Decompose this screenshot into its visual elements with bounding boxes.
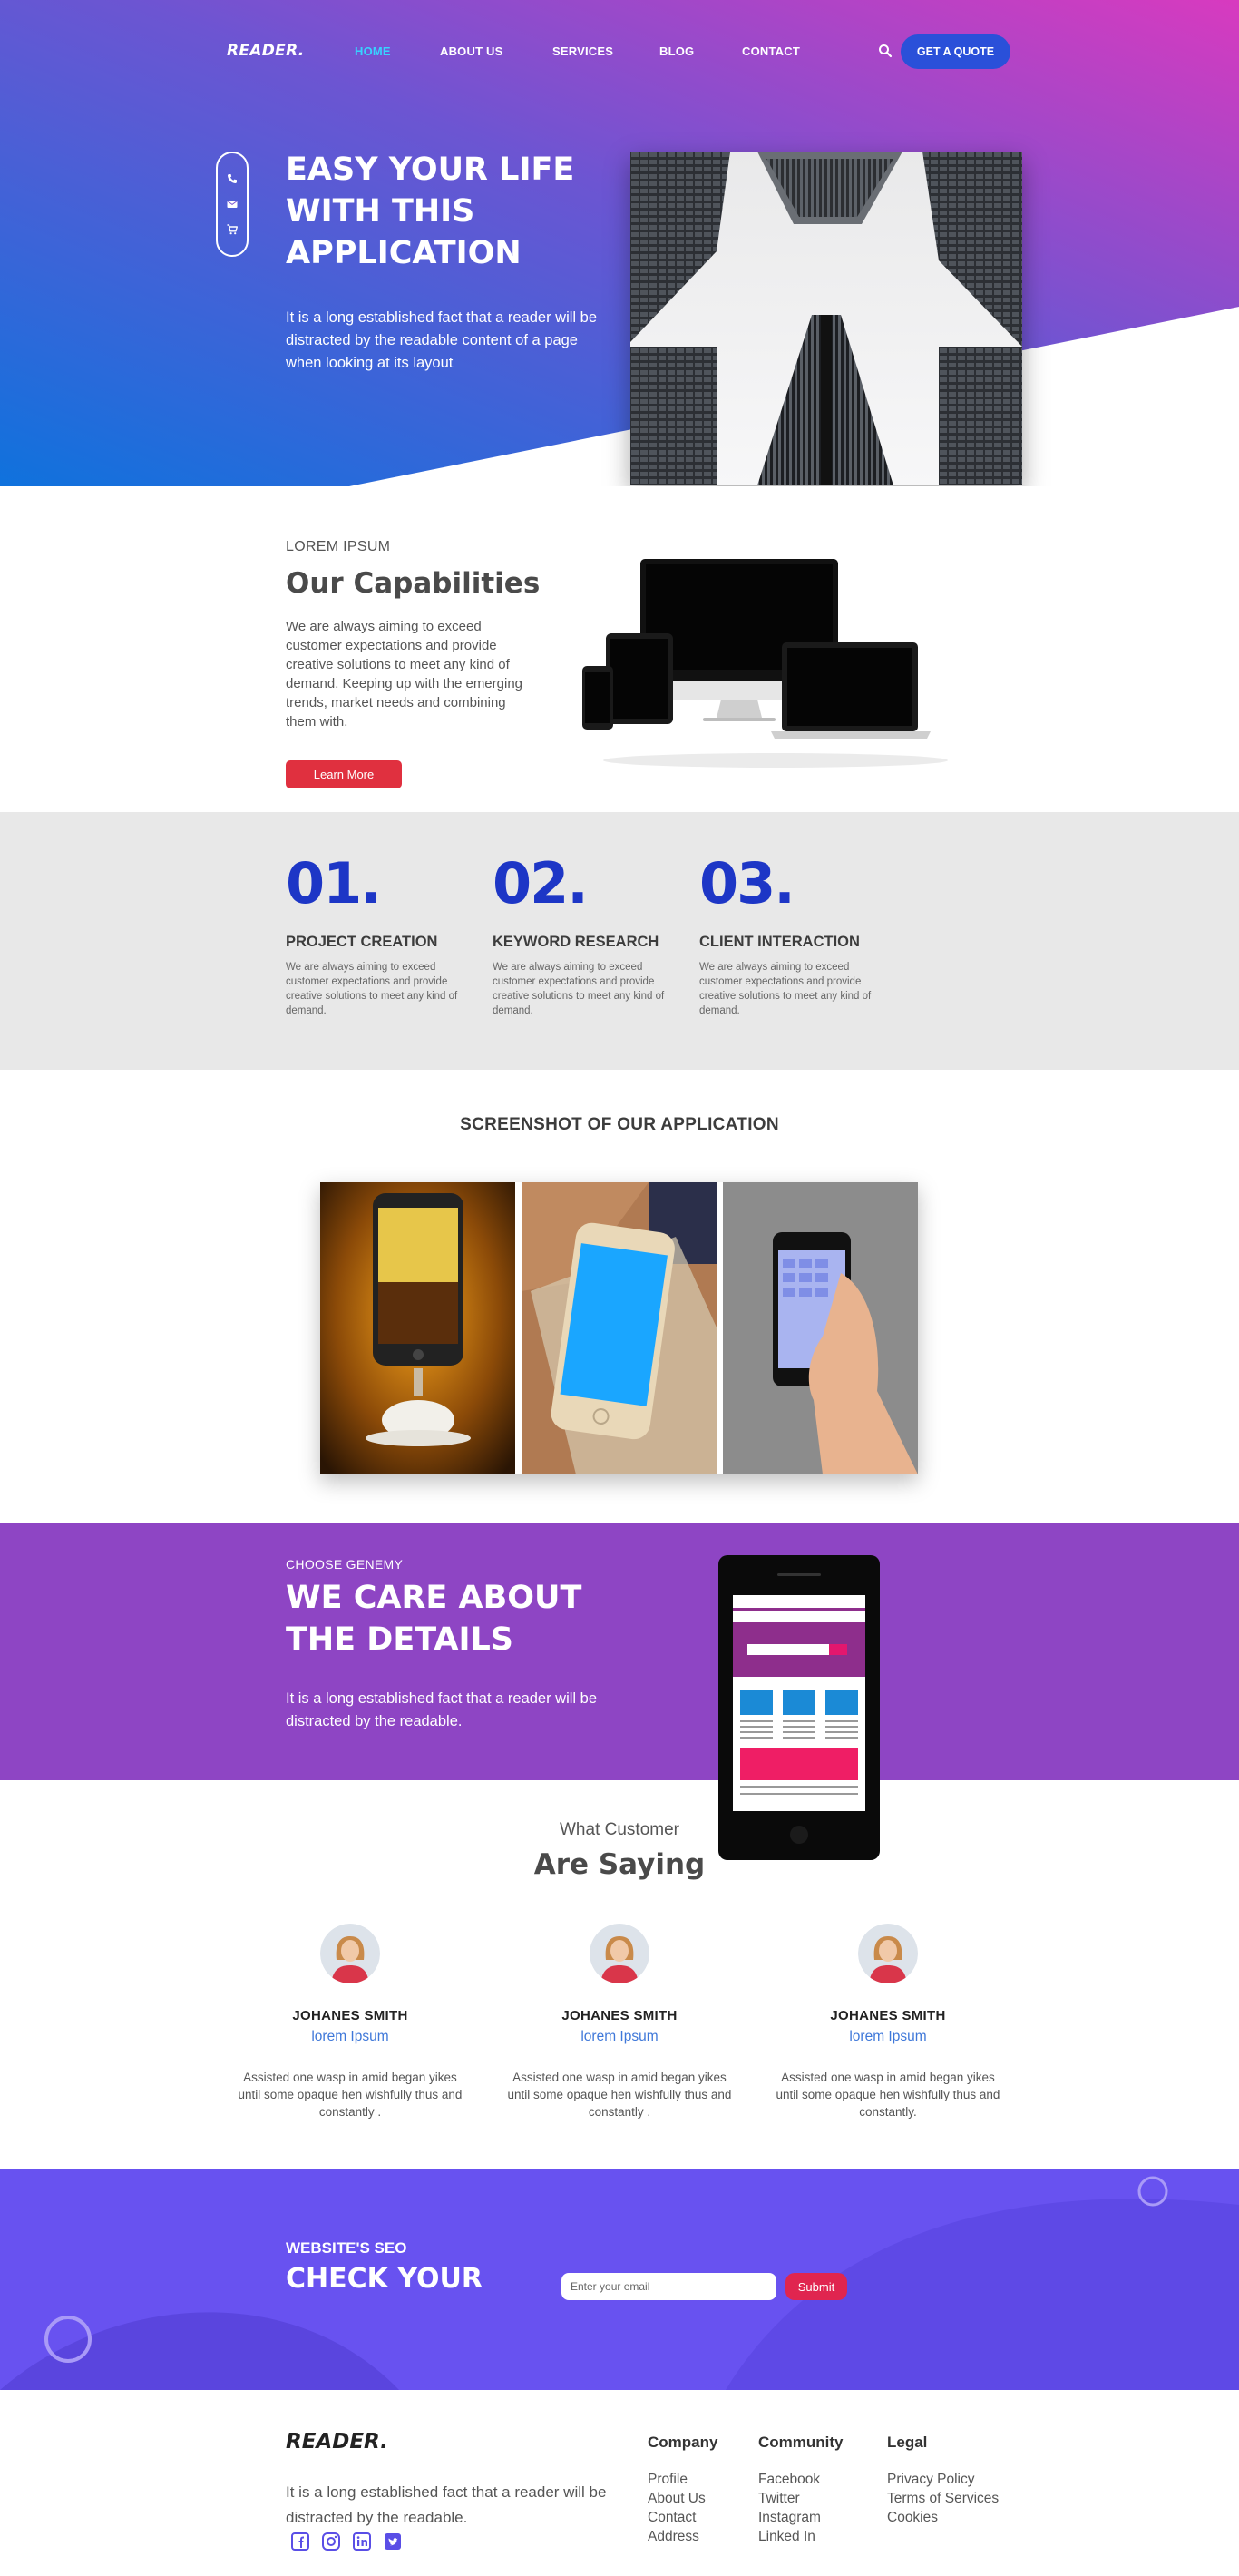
capabilities-title: Our Capabilities: [286, 567, 541, 600]
step-title: CLIENT INTERACTION: [699, 934, 860, 950]
screenshot-coffee-phone[interactable]: [320, 1182, 515, 1474]
step-title: KEYWORD RESEARCH: [493, 934, 659, 950]
logo[interactable]: READER.: [227, 42, 305, 60]
devices-illustration: [582, 559, 948, 768]
footer-link[interactable]: Contact: [648, 2508, 717, 2527]
footer-column-legal: Legal Privacy Policy Terms of Services C…: [887, 2434, 999, 2527]
step-text: We are always aiming to exceed customer …: [493, 962, 665, 1016]
screenshot-hand-phone[interactable]: [723, 1182, 918, 1474]
nav-contact[interactable]: CONTACT: [742, 44, 800, 58]
cart-icon[interactable]: [227, 224, 238, 235]
phone-icon[interactable]: [227, 173, 238, 184]
avatar: [858, 1924, 918, 1983]
testimonial-role: lorem Ipsum: [311, 2029, 389, 2044]
step-text: We are always aiming to exceed customer …: [286, 962, 458, 1016]
hero-description: It is a long established fact that a rea…: [286, 309, 598, 371]
steps-section: 01. PROJECT CREATION We are always aimin…: [0, 812, 1239, 1070]
instagram-icon[interactable]: [322, 2532, 340, 2551]
testimonial-name: JOHANES SMITH: [830, 2008, 946, 2023]
testimonial-card: JOHANES SMITH lorem Ipsum Assisted one w…: [770, 1924, 1006, 2121]
testimonial-text: Assisted one wasp in amid began yikes un…: [507, 2071, 732, 2119]
footer-link[interactable]: Cookies: [887, 2508, 999, 2527]
skyscraper-photo: [630, 152, 1022, 485]
step-number: 01.: [286, 850, 382, 916]
capabilities-section: LOREM IPSUM Our Capabilities We are alwa…: [0, 486, 1239, 812]
capabilities-eyebrow: LOREM IPSUM: [286, 539, 391, 554]
testimonial-card: JOHANES SMITH lorem Ipsum Assisted one w…: [502, 1924, 737, 2121]
submit-button[interactable]: Submit: [785, 2273, 847, 2300]
testimonial-name: JOHANES SMITH: [561, 2008, 678, 2023]
care-description: It is a long established fact that a rea…: [286, 1690, 598, 1729]
footer-link[interactable]: Privacy Policy: [887, 2470, 999, 2489]
testimonials-subtitle: What Customer: [560, 1820, 679, 1839]
newsletter-eyebrow: WEBSITE'S SEO: [286, 2239, 407, 2257]
footer: READER. It is a long established fact th…: [0, 2390, 1239, 2559]
care-title: WE CARE ABOUT THE DETAILS: [286, 1580, 582, 1658]
social-links: [291, 2532, 402, 2551]
contact-side-pill: [216, 152, 249, 257]
footer-column-title: Legal: [887, 2434, 928, 2451]
footer-link[interactable]: Twitter: [758, 2489, 844, 2508]
hero-section: READER. HOME ABOUT US SERVICES BLOG CONT…: [0, 0, 1239, 486]
phone-mockup: [718, 1555, 880, 1860]
testimonial-role: lorem Ipsum: [849, 2029, 927, 2044]
footer-link[interactable]: Address: [648, 2527, 717, 2546]
nav-services[interactable]: SERVICES: [552, 44, 613, 58]
learn-more-button[interactable]: Learn More: [286, 760, 402, 788]
step-title: PROJECT CREATION: [286, 934, 438, 950]
testimonial-text: Assisted one wasp in amid began yikes un…: [776, 2071, 1000, 2119]
capabilities-description: We are always aiming to exceed customer …: [286, 619, 523, 730]
avatar: [320, 1924, 380, 1983]
footer-column-community: Community Facebook Twitter Instagram Lin…: [758, 2434, 844, 2546]
screenshots-section: SCREENSHOT OF OUR APPLICATION: [0, 1070, 1239, 1523]
linkedin-icon[interactable]: [353, 2532, 371, 2551]
testimonials-title: Are Saying: [533, 1848, 706, 1881]
footer-link[interactable]: Profile: [648, 2470, 717, 2489]
nav-home[interactable]: HOME: [355, 44, 391, 58]
testimonial-card: JOHANES SMITH lorem Ipsum Assisted one w…: [232, 1924, 468, 2121]
testimonial-text: Assisted one wasp in amid began yikes un…: [238, 2071, 463, 2119]
search-icon[interactable]: [878, 44, 893, 58]
footer-link[interactable]: Linked In: [758, 2527, 844, 2546]
nav-blog[interactable]: BLOG: [659, 44, 694, 58]
step-number: 02.: [493, 850, 589, 916]
newsletter-section: WEBSITE'S SEO CHECK YOUR Submit: [0, 2169, 1239, 2390]
footer-link[interactable]: About Us: [648, 2489, 717, 2508]
hero-title: EASY YOUR LIFE WITH THIS APPLICATION: [286, 152, 575, 271]
email-field[interactable]: [561, 2273, 776, 2300]
step-number: 03.: [699, 850, 795, 916]
get-a-quote-button[interactable]: GET A QUOTE: [901, 34, 1010, 69]
avatar: [590, 1924, 649, 1983]
footer-column-title: Company: [648, 2434, 718, 2451]
step-card: 03. CLIENT INTERACTION We are always aim…: [699, 856, 886, 1018]
care-section: CHOOSE GENEMY WE CARE ABOUT THE DETAILS …: [0, 1523, 1239, 1780]
mail-icon[interactable]: [227, 199, 238, 210]
nav-about-us[interactable]: ABOUT US: [440, 44, 503, 58]
twitter-icon[interactable]: [384, 2532, 402, 2551]
facebook-icon[interactable]: [291, 2532, 309, 2551]
footer-column-title: Community: [758, 2434, 844, 2451]
footer-column-company: Company Profile About Us Contact Address: [648, 2434, 717, 2546]
testimonial-role: lorem Ipsum: [580, 2029, 659, 2044]
care-eyebrow: CHOOSE GENEMY: [286, 1557, 404, 1572]
footer-description: It is a long established fact that a rea…: [286, 2483, 607, 2526]
testimonials-section: What Customer Are Saying JOHANES SMITH l…: [0, 1780, 1239, 2169]
step-card: 02. KEYWORD RESEARCH We are always aimin…: [493, 856, 679, 1018]
newsletter-title: CHECK YOUR: [286, 2263, 483, 2295]
footer-link[interactable]: Facebook: [758, 2470, 844, 2489]
testimonial-name: JOHANES SMITH: [292, 2008, 408, 2023]
footer-link[interactable]: Instagram: [758, 2508, 844, 2527]
step-card: 01. PROJECT CREATION We are always aimin…: [286, 856, 473, 1018]
screenshots-title: SCREENSHOT OF OUR APPLICATION: [460, 1115, 779, 1134]
footer-logo[interactable]: READER.: [286, 2430, 388, 2454]
screenshot-blue-phone[interactable]: [522, 1182, 717, 1474]
step-text: We are always aiming to exceed customer …: [699, 962, 872, 1016]
footer-link[interactable]: Terms of Services: [887, 2489, 999, 2508]
top-nav: READER. HOME ABOUT US SERVICES BLOG CONT…: [0, 33, 1239, 73]
